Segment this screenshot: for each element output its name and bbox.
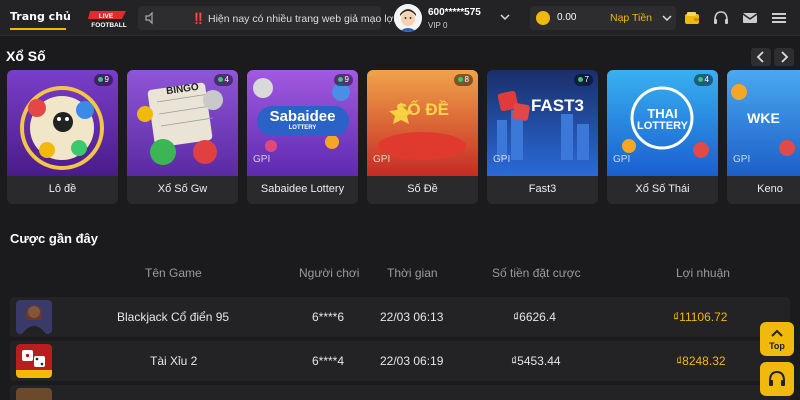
football-logo-text: FOOTBALL — [91, 22, 126, 29]
gpi-logo-text: GPI — [253, 154, 271, 165]
table-row[interactable]: Tài Xỉu 2 6****4 22/03 06:19 ₫5453.44 ₫8… — [10, 341, 790, 381]
blackjack-game-icon — [16, 300, 52, 334]
column-header-bet: Số tiền đặt cược — [492, 266, 581, 280]
user-avatar[interactable] — [394, 4, 422, 32]
vip-level: VIP 0 — [428, 21, 448, 30]
keno-text: WKE — [747, 110, 780, 126]
bet-time: 22/03 06:13 — [380, 310, 444, 324]
column-header-player: Người chơi — [299, 266, 360, 280]
notice-marquee[interactable]: ‼️ Hiện nay có nhiều trang web giả mạo l… — [138, 6, 396, 30]
user-name: 600*****575 — [428, 7, 481, 18]
tai-xiu-game-icon — [16, 344, 52, 378]
game-card-label: Fast3 — [528, 183, 557, 195]
game-card-label: Xổ Số Gw — [157, 183, 208, 195]
home-tab[interactable]: Trang chủ — [10, 10, 71, 23]
chevron-left-icon — [756, 51, 764, 63]
chevron-right-icon — [781, 51, 789, 63]
table-row[interactable]: Blackjack Cổ điển 95 6****6 22/03 06:13 … — [10, 297, 790, 337]
mail-icon[interactable] — [742, 10, 758, 26]
live-football-logo[interactable]: LIVE FOOTBALL — [86, 7, 132, 29]
players-badge: 7 — [573, 74, 593, 86]
gpi-logo-text: GPI — [373, 154, 391, 165]
support-headset-icon — [769, 370, 785, 386]
notice-text: ‼️ Hiện nay có nhiều trang web giả mạo l… — [192, 13, 396, 25]
chevron-down-icon[interactable] — [662, 13, 672, 23]
players-count: 4 — [224, 75, 229, 84]
lottery-section-title: Xổ Số — [6, 48, 46, 64]
profit-amount: ₫8248.32 — [676, 354, 726, 368]
scroll-right-button[interactable] — [774, 48, 794, 66]
coin-icon — [536, 11, 550, 25]
game-card-xo-so-thai[interactable]: THAI LOTTERY GPI 4 Xổ Số Thái — [607, 70, 718, 204]
players-count: 4 — [704, 75, 709, 84]
so-de-text: SỐ ĐỀ — [396, 100, 449, 119]
speaker-icon — [145, 11, 153, 25]
live-logo-text: LIVE — [99, 13, 114, 20]
game-card-lo-de[interactable]: 9 Lô đề — [7, 70, 118, 204]
chevron-down-icon[interactable] — [500, 12, 510, 22]
bet-time: 22/03 06:19 — [380, 354, 444, 368]
players-badge: 9 — [93, 74, 113, 86]
game-card-label: Sabaidee Lottery — [260, 183, 345, 195]
avatar-face-icon — [394, 4, 422, 32]
thai-text: THAI — [647, 106, 678, 121]
game-name: Blackjack Cổ điển 95 — [117, 310, 230, 324]
sabaidee-text: Sabaidee — [269, 108, 336, 125]
profit-amount: ₫11106.72 — [673, 310, 728, 324]
deposit-button[interactable]: Nạp Tiền — [610, 12, 652, 24]
gpi-logo-text: GPI — [493, 154, 511, 165]
wallet-box: 0.00 Nạp Tiền — [530, 6, 676, 30]
players-badge: 8 — [453, 74, 473, 86]
game-card-label: Lô đề — [48, 183, 77, 195]
column-header-time: Thời gian — [387, 266, 438, 280]
top-navigation-bar: Trang chủ LIVE FOOTBALL ‼️ Hiện nay có n… — [0, 0, 800, 36]
players-count: 9 — [104, 75, 109, 84]
game-icon — [16, 388, 52, 400]
chevron-up-icon — [771, 329, 783, 337]
recent-bets-title: Cược gần đây — [10, 231, 99, 246]
active-tab-indicator — [10, 28, 66, 30]
fast3-text: FAST3 — [531, 96, 584, 115]
scroll-left-button[interactable] — [751, 48, 771, 66]
menu-icon[interactable] — [771, 10, 787, 26]
bet-amount: ₫6626.4 — [513, 310, 556, 324]
support-float-button[interactable] — [760, 362, 794, 396]
bet-amount: ₫5453.44 — [511, 354, 561, 368]
players-count: 8 — [464, 75, 469, 84]
gpi-logo-text: GPI — [613, 154, 631, 165]
game-card-sabaidee-lottery[interactable]: Sabaidee LOTTERY GPI 9 Sabaidee Lottery — [247, 70, 358, 204]
table-row[interactable] — [10, 385, 790, 400]
gpi-logo-text: GPI — [733, 154, 751, 165]
game-card-xo-so-gw[interactable]: BINGO 4 Xổ Số Gw — [127, 70, 238, 204]
players-badge: 4 — [213, 74, 233, 86]
scroll-top-label: Top — [769, 341, 785, 351]
support-headset-icon[interactable] — [713, 10, 729, 26]
game-card-label: Xổ Số Thái — [635, 183, 690, 195]
players-count: 9 — [344, 75, 349, 84]
players-count: 7 — [584, 75, 589, 84]
column-header-profit: Lợi nhuận — [676, 266, 730, 280]
game-card-label: Keno — [757, 183, 783, 195]
game-card-fast3[interactable]: FAST3 GPI 7 Fast3 — [487, 70, 598, 204]
players-badge: 9 — [333, 74, 353, 86]
player-name: 6****4 — [312, 354, 345, 368]
wallet-icon[interactable] — [684, 10, 700, 26]
wallet-balance: 0.00 — [557, 12, 577, 23]
player-name: 6****6 — [312, 310, 345, 324]
sabaidee-sub-text: LOTTERY — [288, 125, 317, 131]
game-card-label: Số Đề — [407, 183, 438, 195]
column-header-game: Tên Game — [145, 266, 202, 280]
thai-sub-text: LOTTERY — [637, 120, 688, 132]
players-badge: 4 — [693, 74, 713, 86]
scroll-top-button[interactable]: Top — [760, 322, 794, 356]
game-name: Tài Xỉu 2 — [150, 354, 198, 368]
game-card-so-de[interactable]: SỐ ĐỀ GPI 8 Số Đề — [367, 70, 478, 204]
game-card-keno[interactable]: WKE GPI Keno — [727, 70, 800, 204]
